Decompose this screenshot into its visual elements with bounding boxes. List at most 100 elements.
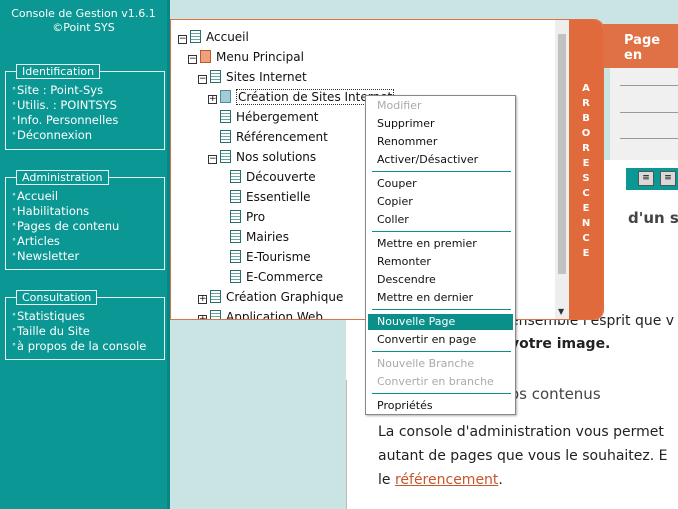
menu-separator bbox=[372, 309, 511, 310]
collapse-icon[interactable]: − bbox=[208, 155, 217, 164]
menu-copier[interactable]: Copier bbox=[377, 195, 413, 209]
tree-node-essentielle[interactable]: Essentielle bbox=[230, 189, 311, 205]
nav-articles[interactable]: °Articles bbox=[12, 234, 160, 249]
editor-toolbar: ≡ ≡ bbox=[626, 168, 678, 190]
expand-icon[interactable]: + bbox=[198, 295, 207, 304]
menu-nouvelle-branche: Nouvelle Branche bbox=[377, 357, 475, 370]
tab-letter: C bbox=[582, 233, 590, 244]
expand-icon[interactable]: + bbox=[198, 315, 207, 319]
tab-letter: R bbox=[582, 98, 590, 109]
app-title: Console de Gestion v1.6.1 ©Point SYS bbox=[0, 0, 167, 35]
tab-letter: E bbox=[582, 203, 590, 214]
tab-letter: S bbox=[582, 173, 590, 184]
page-icon bbox=[230, 250, 241, 263]
page-icon bbox=[230, 230, 241, 243]
nav-pages-contenu[interactable]: °Pages de contenu bbox=[12, 219, 160, 234]
menu-nouvelle-page[interactable]: Nouvelle Page bbox=[368, 314, 513, 330]
menu-proprietes[interactable]: Propriétés bbox=[377, 399, 433, 413]
menu-separator bbox=[372, 393, 511, 394]
tree-node-creation-graphique[interactable]: + Création Graphique bbox=[198, 289, 343, 305]
menu-descendre[interactable]: Descendre bbox=[377, 273, 436, 287]
tree-node-application-web[interactable]: + Application Web bbox=[198, 309, 323, 319]
page-header-title: Page en bbox=[624, 33, 661, 63]
tree-node-hebergement[interactable]: Hébergement bbox=[220, 109, 319, 125]
collapse-icon[interactable]: − bbox=[178, 35, 187, 44]
tree-scrollbar[interactable]: ▼ bbox=[555, 20, 569, 319]
page-icon bbox=[230, 270, 241, 283]
tree-node-decouverte[interactable]: Découverte bbox=[230, 169, 316, 185]
tree-node-accueil[interactable]: − Accueil bbox=[178, 29, 249, 45]
administration-title: Administration bbox=[16, 170, 109, 185]
menu-convertir-en-page[interactable]: Convertir en page bbox=[377, 333, 476, 347]
page-text-bold: votre image. bbox=[510, 336, 611, 352]
tab-letter: E bbox=[582, 248, 590, 259]
expand-icon[interactable]: + bbox=[208, 95, 217, 104]
menu-icon bbox=[200, 50, 211, 63]
tree-node-sites-internet[interactable]: − Sites Internet bbox=[198, 69, 307, 85]
menu-mettre-en-premier[interactable]: Mettre en premier bbox=[377, 237, 477, 251]
tree-node-e-commerce[interactable]: E-Commerce bbox=[230, 269, 323, 285]
logout-link[interactable]: °Déconnexion bbox=[12, 128, 160, 143]
arborescence-tab[interactable]: A R B O R E S C E N C E bbox=[569, 20, 603, 319]
page-paragraph-line: le référencement. bbox=[378, 472, 503, 488]
tree-node-menu-principal[interactable]: − Menu Principal bbox=[188, 49, 304, 65]
menu-convertir-en-branche: Convertir en branche bbox=[377, 375, 494, 388]
tree-node-nos-solutions[interactable]: − Nos solutions bbox=[208, 149, 316, 165]
personal-info-link[interactable]: °Info. Personnelles bbox=[12, 113, 160, 128]
consultation-box: Consultation °Statistiques °Taille du Si… bbox=[5, 290, 165, 360]
tab-letter: A bbox=[582, 83, 590, 94]
tree-node-referencement[interactable]: Référencement bbox=[220, 129, 328, 145]
menu-supprimer[interactable]: Supprimer bbox=[377, 117, 435, 131]
scrollbar-thumb[interactable] bbox=[558, 34, 566, 274]
tab-letter: N bbox=[581, 218, 591, 229]
menu-separator bbox=[372, 351, 511, 352]
scroll-down-icon[interactable]: ▼ bbox=[558, 307, 564, 316]
tab-letter: O bbox=[581, 128, 591, 139]
collapse-icon[interactable]: − bbox=[198, 75, 207, 84]
menu-mettre-en-dernier[interactable]: Mettre en dernier bbox=[377, 291, 473, 305]
app-name: Console de Gestion v1.6.1 bbox=[11, 7, 156, 20]
page-icon bbox=[230, 210, 241, 223]
menu-couper[interactable]: Couper bbox=[377, 177, 417, 191]
menu-separator bbox=[372, 231, 511, 232]
tree-node-pro[interactable]: Pro bbox=[230, 209, 265, 225]
nav-statistiques[interactable]: °Statistiques bbox=[12, 309, 160, 324]
app-copyright: ©Point SYS bbox=[52, 21, 115, 34]
page-icon bbox=[210, 290, 221, 303]
tab-letter: C bbox=[582, 188, 590, 199]
page-icon bbox=[220, 110, 231, 123]
administration-box: Administration °Accueil °Habilitations °… bbox=[5, 170, 165, 270]
page-divider bbox=[346, 380, 347, 509]
nav-newsletter[interactable]: °Newsletter bbox=[12, 249, 160, 264]
form-field-line bbox=[620, 138, 678, 139]
page-icon bbox=[230, 190, 241, 203]
menu-modifier: Modifier bbox=[377, 99, 422, 112]
menu-coller[interactable]: Coller bbox=[377, 213, 409, 227]
indent-icon[interactable]: ≡ bbox=[660, 171, 676, 186]
tab-letter: R bbox=[582, 143, 590, 154]
menu-renommer[interactable]: Renommer bbox=[377, 135, 437, 149]
nav-taille-site[interactable]: °Taille du Site bbox=[12, 324, 160, 339]
nav-a-propos[interactable]: °à propos de la console bbox=[12, 339, 160, 354]
tree-node-e-tourisme[interactable]: E-Tourisme bbox=[230, 249, 311, 265]
collapse-icon[interactable]: − bbox=[188, 55, 197, 64]
referencement-link[interactable]: référencement bbox=[395, 472, 498, 488]
site-info: °Site : Point-Sys bbox=[12, 83, 104, 97]
folder-icon bbox=[220, 90, 231, 103]
menu-separator bbox=[372, 171, 511, 172]
menu-activer-desactiver[interactable]: Activer/Désactiver bbox=[377, 153, 478, 167]
form-field-line bbox=[620, 112, 678, 113]
page-icon bbox=[210, 310, 221, 319]
align-icon[interactable]: ≡ bbox=[638, 171, 654, 186]
nav-habilitations[interactable]: °Habilitations bbox=[12, 204, 160, 219]
nav-accueil[interactable]: °Accueil bbox=[12, 189, 160, 204]
sidebar: Console de Gestion v1.6.1 ©Point SYS Ide… bbox=[0, 0, 170, 509]
consultation-title: Consultation bbox=[16, 290, 98, 305]
tree-node-mairies[interactable]: Mairies bbox=[230, 229, 289, 245]
form-field-line bbox=[620, 85, 678, 86]
page-paragraph-line: autant de pages que vous le souhaitez. E bbox=[378, 448, 668, 464]
page-icon bbox=[230, 170, 241, 183]
menu-remonter[interactable]: Remonter bbox=[377, 255, 431, 269]
identification-box: Identification °Site : Point-Sys °Utilis… bbox=[5, 64, 165, 150]
context-menu: Modifier Supprimer Renommer Activer/Désa… bbox=[365, 95, 516, 415]
